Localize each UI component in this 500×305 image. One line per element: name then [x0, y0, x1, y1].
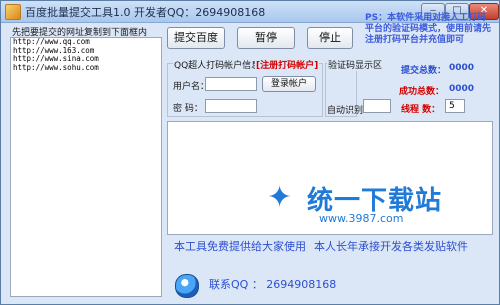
stop-button[interactable]: 停止	[307, 27, 353, 49]
password-field[interactable]	[205, 99, 257, 113]
account-group-title: QQ超人打码帐户信息	[173, 58, 262, 71]
url-line: http://www.sohu.com	[13, 62, 99, 72]
pause-button[interactable]: 暂停	[237, 27, 295, 49]
password-label: 密 码：	[173, 104, 203, 114]
submitted-total-label: 提交总数：	[401, 66, 447, 76]
submitted-total-value: 0000	[449, 63, 475, 73]
watermark: ✦ 统一下载站 www.3987.com	[267, 179, 467, 229]
auto-recognize-field[interactable]	[363, 99, 391, 113]
footer-free-text: 本工具免费提供给大家使用	[174, 240, 306, 253]
captcha-group-title: 验证码显示区	[327, 58, 384, 71]
app-icon	[5, 4, 21, 20]
app-window: 百度批量提交工具1.0 开发者QQ：2694908168 ‒ □ ✕ 先把要提交…	[0, 0, 500, 305]
notice-text: PS：本软件采用对接人工打码平台的验证码模式，使用前请先注册打码平台并充值即可	[365, 13, 492, 45]
url-list-textarea[interactable]: http://www.qq.com http://www.163.com htt…	[10, 37, 162, 297]
submit-baidu-button[interactable]: 提交百度	[167, 27, 225, 49]
footer-service-text: 本人长年承接开发各类发贴软件	[314, 240, 468, 253]
watermark-logo-icon: ✦	[267, 180, 293, 215]
login-account-button[interactable]: 登录帐户	[262, 76, 316, 92]
success-total-label: 成功总数：	[399, 87, 445, 97]
watermark-url: www.3987.com	[319, 212, 404, 225]
thread-count-label: 线程 数：	[401, 105, 441, 115]
qq-icon	[175, 274, 199, 298]
contact-qq-text: 联系QQ ： 2694908168	[209, 278, 337, 291]
thread-count-field[interactable]: 5	[445, 99, 465, 113]
username-label: 用户名：	[173, 82, 210, 92]
window-title: 百度批量提交工具1.0 开发者QQ：2694908168	[25, 6, 266, 19]
username-field[interactable]	[205, 77, 257, 91]
success-total-value: 0000	[449, 84, 475, 94]
register-account-link[interactable]: [注册打码帐户]	[255, 58, 320, 71]
